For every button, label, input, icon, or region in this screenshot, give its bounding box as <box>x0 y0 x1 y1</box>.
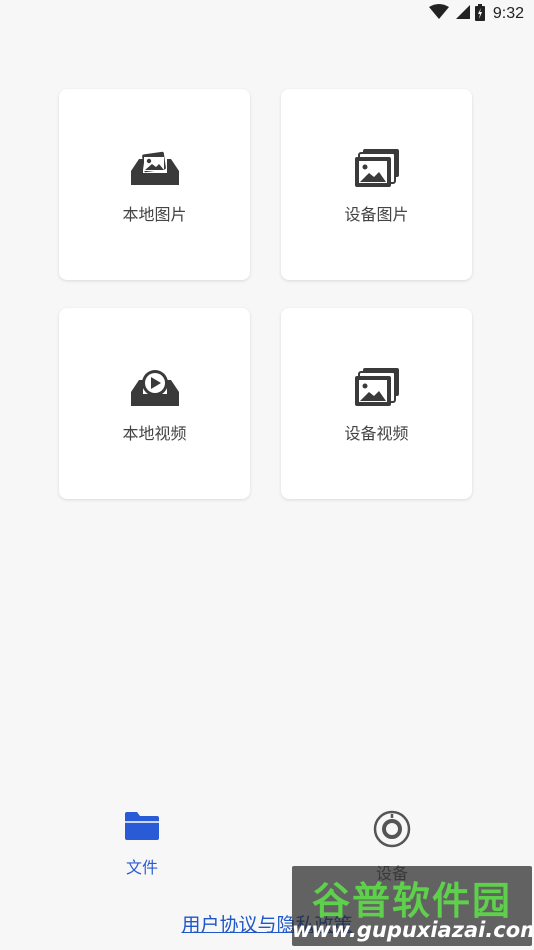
device-videos-card[interactable]: 设备视频 <box>281 308 472 499</box>
signal-icon <box>454 4 470 24</box>
card-label: 设备视频 <box>344 424 409 443</box>
local-video-icon <box>130 368 179 408</box>
device-images-icon <box>353 149 401 189</box>
folder-icon <box>124 810 160 846</box>
watermark-title: 谷普软件园 <box>311 879 512 923</box>
device-videos-icon <box>353 368 401 408</box>
local-images-card[interactable]: 本地图片 <box>59 89 250 280</box>
tab-files-label: 文件 <box>125 858 158 877</box>
card-label: 本地视频 <box>122 424 187 443</box>
wifi-icon <box>428 4 449 24</box>
card-label: 本地图片 <box>122 205 187 224</box>
local-videos-card[interactable]: 本地视频 <box>59 308 250 499</box>
tab-files[interactable]: 文件 <box>82 810 202 878</box>
camera-lens-icon <box>373 810 411 852</box>
device-images-card[interactable]: 设备图片 <box>281 89 472 280</box>
status-time: 9:32 <box>492 5 524 22</box>
local-image-icon <box>130 149 179 189</box>
watermark-url: www.gupuxiazai.com <box>292 918 532 942</box>
status-bar: 9:32 <box>0 0 534 28</box>
card-label: 设备图片 <box>344 205 409 224</box>
watermark: 谷普软件园 www.gupuxiazai.com <box>292 866 532 946</box>
battery-icon <box>474 3 485 25</box>
